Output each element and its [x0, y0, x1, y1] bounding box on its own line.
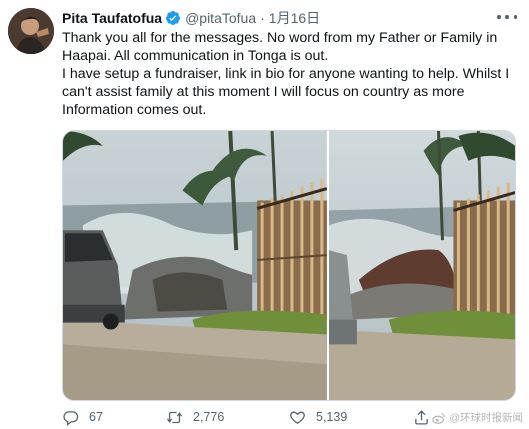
tweet-text-paragraph-1: Thank you all for the messages. No word … — [62, 30, 498, 64]
like-icon — [289, 409, 306, 426]
tweet-media-grid — [62, 130, 516, 401]
separator-dot: · — [260, 10, 265, 26]
author-name[interactable]: Pita Taufatofua — [62, 10, 162, 26]
tweet-timestamp[interactable]: 1月16日 — [269, 8, 320, 28]
weibo-logo-icon — [432, 411, 446, 425]
verified-badge-icon — [165, 10, 181, 26]
tweet-header: Pita Taufatofua @pitaTofua · 1月16日 — [62, 9, 320, 27]
media-image-right[interactable] — [328, 131, 515, 400]
like-count: 5,139 — [316, 410, 348, 424]
more-options-icon[interactable] — [497, 10, 517, 24]
tweet-text-paragraph-2: I have setup a fundraiser, link in bio f… — [62, 66, 510, 118]
watermark-text: @环球时报新闻 — [449, 412, 523, 424]
reply-icon — [62, 409, 79, 426]
tweet-text: Thank you all for the messages. No word … — [62, 29, 522, 119]
reply-count: 67 — [89, 410, 103, 424]
retweet-count: 2,776 — [193, 410, 225, 424]
retweet-button[interactable]: 2,776 — [166, 407, 224, 427]
author-handle[interactable]: @pitaTofua — [185, 10, 256, 26]
share-button[interactable] — [413, 407, 430, 427]
share-icon — [413, 409, 430, 426]
tweet-card[interactable]: Pita Taufatofua @pitaTofua · 1月16日 Thank… — [0, 0, 529, 429]
watermark: @环球时报新闻 — [432, 410, 523, 425]
retweet-icon — [166, 409, 183, 426]
media-image-left[interactable] — [63, 131, 327, 400]
like-button[interactable]: 5,139 — [289, 407, 347, 427]
avatar[interactable] — [8, 8, 54, 54]
reply-button[interactable]: 67 — [62, 407, 103, 427]
